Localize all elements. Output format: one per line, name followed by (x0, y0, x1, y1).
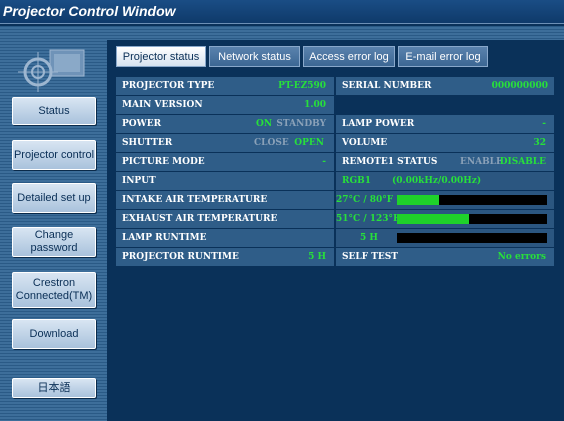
shutter-open-value: OPEN (294, 138, 324, 148)
intake-temp-label: INTAKE AIR TEMPERATURE (122, 195, 268, 205)
exhaust-temp-label: EXHAUST AIR TEMPERATURE (122, 214, 278, 224)
tab-access-error-log[interactable]: Access error log (303, 46, 395, 67)
tab-projector-status[interactable]: Projector status (116, 46, 206, 67)
lamp-power-value: - (542, 119, 546, 129)
intake-temp-value: 27°C / 80°F (336, 195, 394, 205)
power-standby-value: STANDBY (276, 119, 326, 129)
remote1-disable-value: DISABLE (499, 157, 546, 167)
exhaust-temp-value: 51°C / 123°F (336, 214, 400, 224)
exhaust-temp-bar-fill (397, 214, 469, 224)
download-button[interactable]: Download (12, 319, 96, 349)
input-label: INPUT (122, 176, 156, 186)
projector-logo-icon (14, 42, 90, 92)
picture-mode-value: - (322, 157, 326, 167)
intake-temp-bar (397, 195, 547, 205)
input-value: RGB1 (342, 176, 372, 186)
table-row: PROJECTOR TYPE PT-EZ590 SERIAL NUMBER 00… (116, 77, 554, 95)
table-row: POWER ON STANDBY LAMP POWER - (116, 115, 554, 133)
change-password-button[interactable]: Change password (12, 227, 96, 257)
intake-temp-bar-fill (397, 195, 439, 205)
self-test-label: SELF TEST (342, 252, 398, 262)
crestron-connected-button[interactable]: Crestron Connected(TM) (12, 272, 96, 308)
projector-type-label: PROJECTOR TYPE (122, 81, 215, 91)
status-table: PROJECTOR TYPE PT-EZ590 SERIAL NUMBER 00… (116, 77, 554, 267)
status-button[interactable]: Status (12, 97, 96, 125)
lamp-runtime-bar (397, 233, 547, 243)
volume-value: 32 (533, 138, 546, 148)
projector-control-button[interactable]: Projector control (12, 140, 96, 170)
serial-number-value: 000000000 (491, 81, 548, 91)
self-test-value: No errors (497, 252, 546, 262)
japanese-language-button[interactable]: 日本語 (12, 378, 96, 398)
table-row: SHUTTER CLOSE OPEN VOLUME 32 (116, 134, 554, 152)
projector-runtime-label: PROJECTOR RUNTIME (122, 252, 239, 262)
power-on-value: ON (256, 119, 273, 129)
lamp-runtime-label: LAMP RUNTIME (122, 233, 207, 243)
table-row: INPUT RGB1 (0.00kHz/0.00Hz) (116, 172, 554, 190)
detailed-setup-button[interactable]: Detailed set up (12, 183, 96, 213)
main-version-value: 1.00 (304, 100, 326, 110)
remote1-enable-value: ENABLE (460, 157, 503, 167)
shutter-close-value: CLOSE (254, 138, 289, 148)
window-title: Projector Control Window (3, 3, 176, 19)
picture-mode-label: PICTURE MODE (122, 157, 205, 167)
projector-type-value: PT-EZ590 (278, 81, 326, 91)
input-frequency-value: (0.00kHz/0.00Hz) (392, 176, 482, 186)
remote1-status-label: REMOTE1 STATUS (342, 157, 438, 167)
lamp-runtime-value: 5 H (360, 233, 378, 243)
main-version-label: MAIN VERSION (122, 100, 203, 110)
table-row: LAMP RUNTIME 5 H (116, 229, 554, 247)
tab-network-status[interactable]: Network status (209, 46, 300, 67)
table-row: PROJECTOR RUNTIME 5 H SELF TEST No error… (116, 248, 554, 266)
projector-runtime-value: 5 H (308, 252, 326, 262)
serial-number-label: SERIAL NUMBER (342, 81, 432, 91)
shutter-label: SHUTTER (122, 138, 173, 148)
volume-label: VOLUME (342, 138, 388, 148)
title-bar: Projector Control Window (0, 0, 564, 24)
table-row: EXHAUST AIR TEMPERATURE 51°C / 123°F (116, 210, 554, 228)
exhaust-temp-bar (397, 214, 547, 224)
table-row: INTAKE AIR TEMPERATURE 27°C / 80°F (116, 191, 554, 209)
lamp-power-label: LAMP POWER (342, 119, 415, 129)
table-row: MAIN VERSION 1.00 (116, 96, 554, 114)
tab-email-error-log[interactable]: E-mail error log (398, 46, 488, 67)
power-label: POWER (122, 119, 162, 129)
table-row: PICTURE MODE - REMOTE1 STATUS ENABLE DIS… (116, 153, 554, 171)
